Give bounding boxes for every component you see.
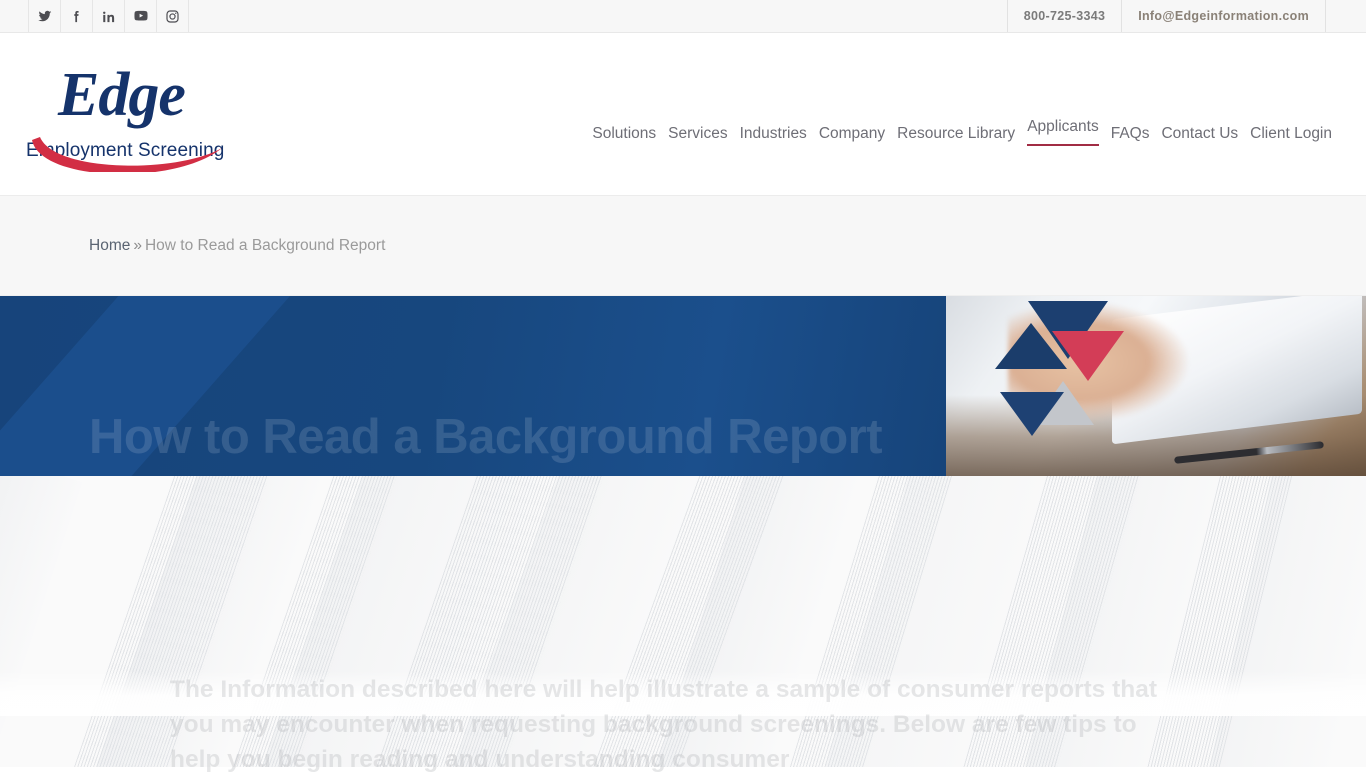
twitter-icon[interactable]: [28, 0, 61, 32]
nav-item-faqs[interactable]: FAQs: [1111, 125, 1150, 146]
logo-swoosh-icon: [32, 136, 222, 172]
logo[interactable]: Edge Employment Screening: [26, 64, 226, 172]
breadcrumb-current: How to Read a Background Report: [144, 236, 386, 254]
nav-item-services[interactable]: Services: [668, 125, 727, 146]
nav-item-contact-us[interactable]: Contact Us: [1161, 125, 1238, 146]
breadcrumb-band: Home» How to Read a Background Report: [0, 196, 1366, 296]
breadcrumb-home-link[interactable]: Home: [89, 237, 130, 254]
hero-banner: How to Read a Background Report: [0, 296, 1366, 476]
nav-item-industries[interactable]: Industries: [740, 125, 807, 146]
nav-item-applicants[interactable]: Applicants: [1027, 118, 1099, 146]
nav-item-company[interactable]: Company: [819, 125, 885, 146]
triangle-navy-down-icon: [1000, 392, 1064, 436]
site-header: Edge Employment Screening Solutions Serv…: [0, 33, 1366, 196]
phone-link[interactable]: 800-725-3343: [1006, 0, 1121, 32]
nav-item-resource-library[interactable]: Resource Library: [897, 125, 1015, 146]
instagram-icon[interactable]: [156, 0, 189, 32]
main-navigation: Solutions Services Industries Company Re…: [592, 118, 1332, 146]
breadcrumb: Home» How to Read a Background Report: [89, 237, 385, 255]
breadcrumb-separator: »: [133, 236, 142, 254]
nav-item-client-login[interactable]: Client Login: [1250, 125, 1332, 146]
social-links: [28, 0, 189, 32]
page-title: How to Read a Background Report: [89, 410, 883, 464]
intro-paragraph: The Information described here will help…: [170, 676, 1158, 773]
nav-item-solutions[interactable]: Solutions: [592, 125, 656, 146]
top-utility-bar: 800-725-3343 Info@Edgeinformation.com: [0, 0, 1366, 33]
contact-info: 800-725-3343 Info@Edgeinformation.com: [1006, 0, 1366, 32]
triangle-crimson-icon: [1052, 331, 1124, 381]
youtube-icon[interactable]: [124, 0, 157, 32]
facebook-icon[interactable]: [60, 0, 93, 32]
linkedin-icon[interactable]: [92, 0, 125, 32]
email-link[interactable]: Info@Edgeinformation.com: [1121, 0, 1326, 32]
